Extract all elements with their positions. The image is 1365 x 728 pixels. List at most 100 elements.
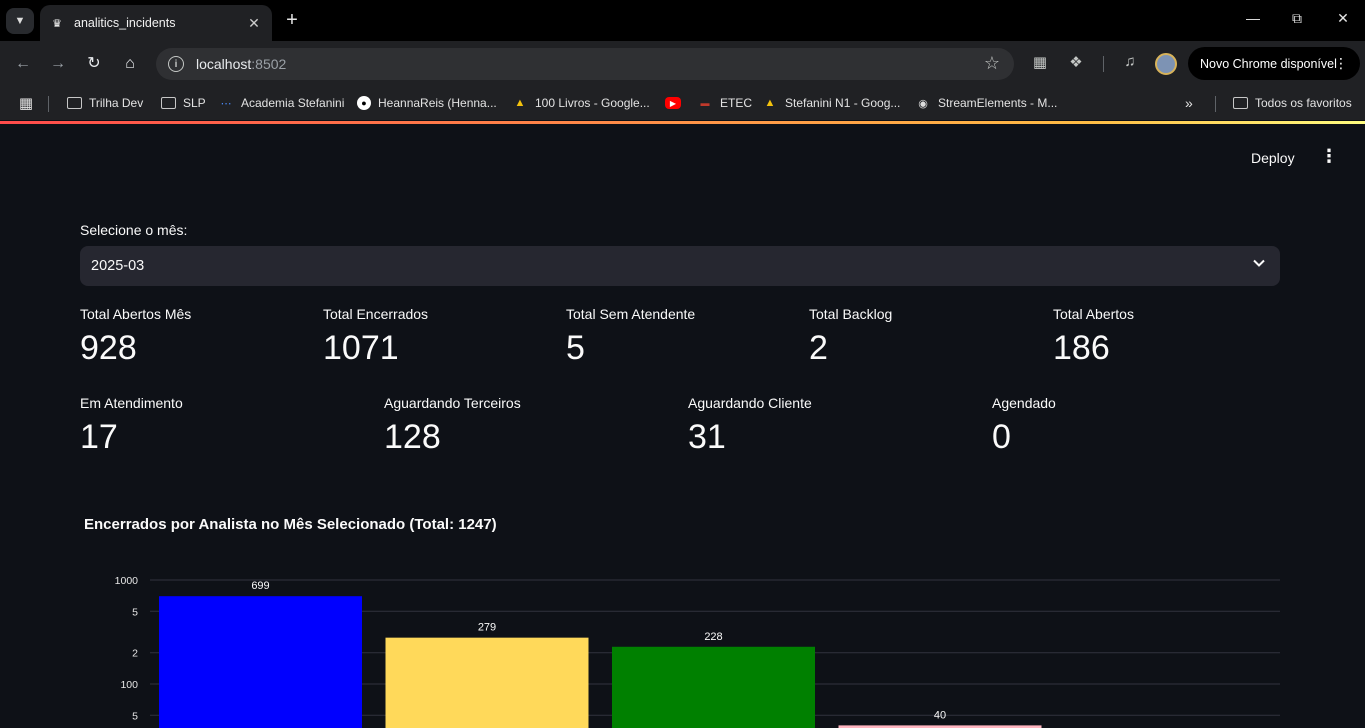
bar[interactable] xyxy=(159,596,362,728)
bookmarks-divider xyxy=(48,96,49,112)
deploy-button[interactable]: Deploy xyxy=(1251,150,1295,166)
url-host: localhost xyxy=(196,56,252,72)
chrome-update-label: Novo Chrome disponível xyxy=(1200,56,1337,71)
metric-value: 928 xyxy=(80,329,137,367)
metric-label: Total Encerrados xyxy=(323,306,429,322)
metric-label: Aguardando Terceiros xyxy=(384,395,521,411)
bar-value-label: 279 xyxy=(478,622,496,634)
y-tick-label: 5 xyxy=(132,606,138,618)
month-select-label: Selecione o mês: xyxy=(80,222,188,238)
metric-label: Total Abertos xyxy=(1053,306,1134,322)
browser-tab-strip: ▼ ♛ analitics_incidents ✕ + — ⧉ ✕ xyxy=(0,0,1365,41)
bar-value-label: 699 xyxy=(251,580,269,592)
home-icon[interactable]: ⌂ xyxy=(119,53,141,75)
window-close-icon[interactable]: ✕ xyxy=(1333,10,1353,27)
more-bookmarks-icon[interactable]: » xyxy=(1185,93,1193,113)
address-bar[interactable]: i localhost :8502 ☆ xyxy=(156,48,1014,80)
bookmark-academia-stefanini[interactable]: ⋯ Academia Stefanini xyxy=(218,93,345,113)
y-tick-label: 100 xyxy=(120,679,138,691)
bar[interactable] xyxy=(385,637,589,728)
streamelements-icon: ◉ xyxy=(918,97,928,110)
tab-title: analitics_incidents xyxy=(74,16,176,30)
minimize-icon[interactable]: — xyxy=(1243,10,1263,26)
y-tick-label: 5 xyxy=(132,710,138,722)
bookmark-trilha-dev[interactable]: Trilha Dev xyxy=(66,93,143,113)
metric-label: Aguardando Cliente xyxy=(688,395,812,411)
bookmark-star-icon[interactable]: ☆ xyxy=(984,53,1000,74)
bookmark-slp[interactable]: SLP xyxy=(160,93,206,113)
bar-chart: 1000521005mados69927922840 xyxy=(115,575,1280,728)
metric-value: 186 xyxy=(1053,329,1110,367)
drive-icon: ▲ xyxy=(514,97,526,109)
drive-icon: ▲ xyxy=(764,97,776,109)
qr-code-icon[interactable]: ▦ xyxy=(1030,53,1050,75)
folder-icon xyxy=(160,96,176,110)
bookmark-youtube[interactable]: ▶ xyxy=(665,93,688,113)
metric-total-abertos: Total Abertos 186 xyxy=(1053,306,1134,368)
back-icon[interactable]: ← xyxy=(12,53,34,75)
bookmark-all-favorites[interactable]: Todos os favoritos xyxy=(1232,93,1352,113)
metric-value: 1071 xyxy=(323,329,399,367)
bar-value-label: 40 xyxy=(934,709,946,721)
metric-total-backlog: Total Backlog 2 xyxy=(809,306,892,368)
bar-value-label: 228 xyxy=(704,631,722,643)
metric-em-atendimento: Em Atendimento 17 xyxy=(80,395,183,457)
metric-value: 17 xyxy=(80,418,118,456)
new-tab-button[interactable]: + xyxy=(282,9,302,31)
metric-value: 31 xyxy=(688,418,726,456)
youtube-icon: ▶ xyxy=(665,97,681,109)
profile-avatar[interactable] xyxy=(1155,53,1177,75)
main-menu-icon[interactable]: ⋮ xyxy=(1320,146,1338,167)
forward-icon[interactable]: → xyxy=(47,53,69,75)
metric-agendado: Agendado 0 xyxy=(992,395,1056,457)
metric-aguardando-cliente: Aguardando Cliente 31 xyxy=(688,395,812,457)
close-tab-icon[interactable]: ✕ xyxy=(246,15,262,32)
reload-icon[interactable]: ↻ xyxy=(83,53,105,75)
metric-value: 0 xyxy=(992,418,1011,456)
tab-search-button[interactable]: ▼ xyxy=(6,8,34,34)
metric-label: Em Atendimento xyxy=(80,395,183,411)
toolbar-divider xyxy=(1103,56,1104,72)
streamlit-crown-icon: ♛ xyxy=(52,17,62,30)
chrome-menu-icon[interactable]: ⋮ xyxy=(1334,55,1348,72)
bookmark-100-livros[interactable]: ▲ 100 Livros - Google... xyxy=(512,93,650,113)
metric-value: 128 xyxy=(384,418,441,456)
bookmark-streamelements[interactable]: ◉ StreamElements - M... xyxy=(915,93,1057,113)
metric-value: 5 xyxy=(566,329,585,367)
metric-label: Total Abertos Mês xyxy=(80,306,192,322)
bookmarks-divider-right xyxy=(1215,96,1216,112)
github-icon: ● xyxy=(357,96,371,110)
y-tick-label: 1000 xyxy=(115,575,139,587)
bar[interactable] xyxy=(612,646,815,728)
extensions-icon[interactable]: ❖ xyxy=(1066,53,1086,75)
metric-aguardando-terceiros: Aguardando Terceiros 128 xyxy=(384,395,521,457)
restore-icon[interactable]: ⧉ xyxy=(1287,10,1307,27)
month-select-value: 2025-03 xyxy=(91,258,145,274)
bookmark-etec[interactable]: ▬ ETEC xyxy=(697,93,753,113)
etec-icon: ▬ xyxy=(700,98,710,108)
folder-icon xyxy=(1232,96,1248,110)
browser-tab-active[interactable]: ♛ analitics_incidents ✕ xyxy=(40,5,272,41)
y-tick-label: 2 xyxy=(132,648,138,660)
app-header: Deploy ⋮ xyxy=(0,124,1365,184)
metric-label: Agendado xyxy=(992,395,1056,411)
chevron-down-icon: ▼ xyxy=(14,15,26,27)
dots-icon: ⋯ xyxy=(220,97,232,110)
metric-label: Total Sem Atendente xyxy=(566,306,696,322)
metric-label: Total Backlog xyxy=(809,306,893,322)
metric-total-encerrados: Total Encerrados 1071 xyxy=(323,306,428,368)
bookmark-stefanini-n1[interactable]: ▲ Stefanini N1 - Goog... xyxy=(762,93,901,113)
chrome-update-button[interactable]: Novo Chrome disponível ⋮ xyxy=(1188,47,1360,80)
browser-toolbar: ← → ↻ ⌂ i localhost :8502 ☆ ▦ ❖ ♫ Novo C… xyxy=(0,41,1365,87)
url-port: :8502 xyxy=(251,56,287,72)
site-info-icon[interactable]: i xyxy=(168,56,184,72)
folder-icon xyxy=(66,96,82,110)
bookmarks-bar: ▦ Trilha Dev SLP ⋯ Academia Stefanini ● He… xyxy=(0,87,1365,120)
metric-total-sem-atendente: Total Sem Atendente 5 xyxy=(566,306,695,368)
month-select[interactable]: 2025-03 xyxy=(80,246,1280,286)
metric-value: 2 xyxy=(809,329,828,367)
media-controls-icon[interactable]: ♫ xyxy=(1120,53,1140,75)
apps-grid-icon[interactable]: ▦ xyxy=(18,93,41,113)
chevron-down-icon xyxy=(1253,259,1265,267)
bookmark-github[interactable]: ● HeannaReis (Henna... xyxy=(357,93,497,113)
